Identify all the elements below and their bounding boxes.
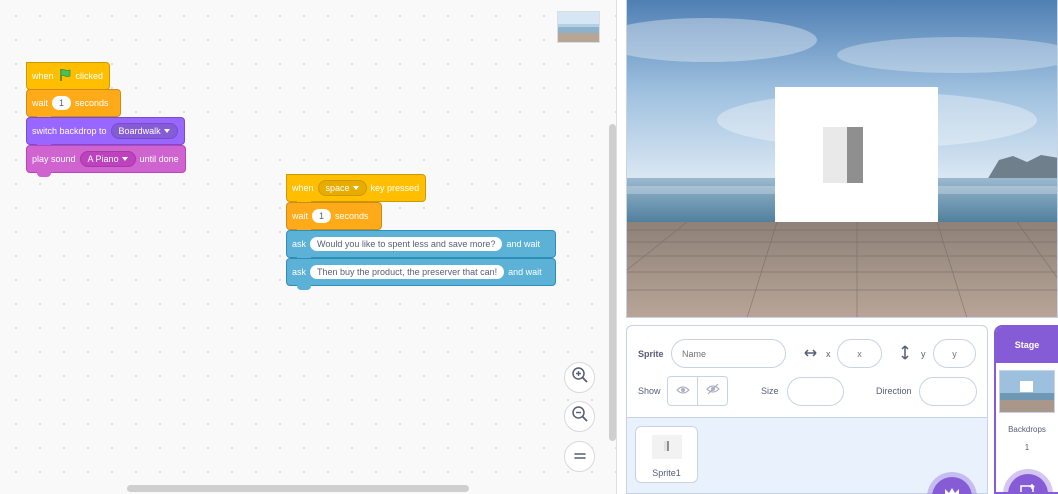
vertical-scrollbar[interactable] <box>609 124 616 441</box>
horizontal-arrows-icon <box>803 346 818 365</box>
wait-seconds-input[interactable]: 1 <box>52 96 72 110</box>
stage-canvas[interactable] <box>626 0 1058 318</box>
choose-sprite-icon <box>943 485 961 494</box>
when-key-pressed-block[interactable]: when space key pressed <box>286 164 426 206</box>
zoom-in-button[interactable] <box>564 362 595 393</box>
x-input[interactable] <box>837 339 882 368</box>
sprite-label: Sprite <box>638 349 664 359</box>
backdrops-count: 1 <box>1024 443 1030 452</box>
sprite-costume[interactable] <box>775 87 938 222</box>
zoom-out-button[interactable] <box>564 401 595 432</box>
choose-sprite-button[interactable] <box>932 477 972 494</box>
ask-and-wait-block[interactable]: ask Would you like to spent less and sav… <box>286 230 556 262</box>
backdrop-thumbnail <box>999 370 1055 413</box>
wait-seconds-input[interactable]: 1 <box>312 209 332 223</box>
show-label: Show <box>638 386 661 396</box>
seconds-label: seconds <box>75 98 109 108</box>
backdrop-dropdown[interactable]: Boardwalk <box>110 123 178 139</box>
sprite-thumbnail <box>652 435 682 459</box>
stage-header: Stage <box>996 327 1058 363</box>
eye-hidden-icon <box>705 382 720 400</box>
eye-icon <box>675 382 690 400</box>
ask-label: ask <box>292 267 307 277</box>
play-sound-label: play sound <box>32 154 76 164</box>
sound-value: A Piano <box>87 154 119 164</box>
key-pressed-label: key pressed <box>370 183 420 193</box>
sprite-tile[interactable]: Sprite1 <box>635 426 698 483</box>
direction-label: Direction <box>876 386 912 396</box>
ask-question-input[interactable]: Would you like to spent less and save mo… <box>310 237 503 251</box>
when-flag-clicked-block[interactable]: when clicked <box>26 52 110 94</box>
wait-seconds-block[interactable]: wait 1 seconds <box>26 89 121 121</box>
until-done-label: until done <box>139 154 179 164</box>
backdrop-value: Boardwalk <box>118 126 161 136</box>
chevron-down-icon <box>352 186 359 190</box>
y-label: y <box>921 349 926 359</box>
zoom-reset-button[interactable] <box>564 441 595 472</box>
chevron-down-icon <box>121 157 128 161</box>
switch-backdrop-block[interactable]: switch backdrop to Boardwalk <box>26 117 185 149</box>
backdrops-label: Backdrops <box>1008 425 1046 434</box>
sprite-pane: Sprite x y Show <box>626 325 988 494</box>
size-input[interactable] <box>787 377 844 406</box>
chevron-down-icon <box>163 129 170 133</box>
y-input[interactable] <box>933 339 976 368</box>
play-sound-until-done-block[interactable]: play sound A Piano until done <box>26 145 186 177</box>
choose-backdrop-button[interactable] <box>1008 474 1048 492</box>
key-value: space <box>325 183 350 193</box>
sprite-info-panel: Sprite x y Show <box>627 326 987 418</box>
visibility-toggle <box>667 376 728 406</box>
seconds-label: seconds <box>335 211 369 221</box>
sprite-name-label: Sprite1 <box>652 468 681 478</box>
show-sprite-button[interactable] <box>668 377 698 405</box>
zoom-out-icon <box>571 405 589 428</box>
and-wait-label: and wait <box>508 267 542 277</box>
and-wait-label: and wait <box>506 239 540 249</box>
wait-seconds-block[interactable]: wait 1 seconds <box>286 202 382 234</box>
key-dropdown[interactable]: space <box>317 180 367 196</box>
stage-selector[interactable]: Stage Backdrops 1 <box>994 325 1058 494</box>
direction-input[interactable] <box>919 377 977 406</box>
sound-dropdown[interactable]: A Piano <box>79 151 136 167</box>
choose-backdrop-icon <box>1020 483 1036 492</box>
when-label: when <box>292 183 314 193</box>
horizontal-scrollbar[interactable] <box>127 485 469 492</box>
vertical-arrows-icon <box>899 344 911 366</box>
switch-backdrop-label: switch backdrop to <box>32 126 107 136</box>
code-area[interactable]: when clicked wait 1 seconds switch backd… <box>0 0 617 494</box>
zoom-in-icon <box>571 366 589 389</box>
zoom-reset-icon <box>573 448 587 466</box>
wait-label: wait <box>32 98 49 108</box>
clicked-label: clicked <box>75 71 104 81</box>
ask-question-input[interactable]: Then buy the product, the preserver that… <box>310 265 505 279</box>
when-label: when <box>32 71 54 81</box>
green-flag-icon <box>58 68 72 84</box>
wait-label: wait <box>292 211 309 221</box>
hide-sprite-button[interactable] <box>698 377 727 405</box>
stage-thumbnail <box>557 11 600 43</box>
ask-and-wait-block[interactable]: ask Then buy the product, the preserver … <box>286 258 556 290</box>
ask-label: ask <box>292 239 307 249</box>
size-label: Size <box>761 386 779 396</box>
sprite-name-input[interactable] <box>671 339 786 368</box>
x-label: x <box>826 349 831 359</box>
